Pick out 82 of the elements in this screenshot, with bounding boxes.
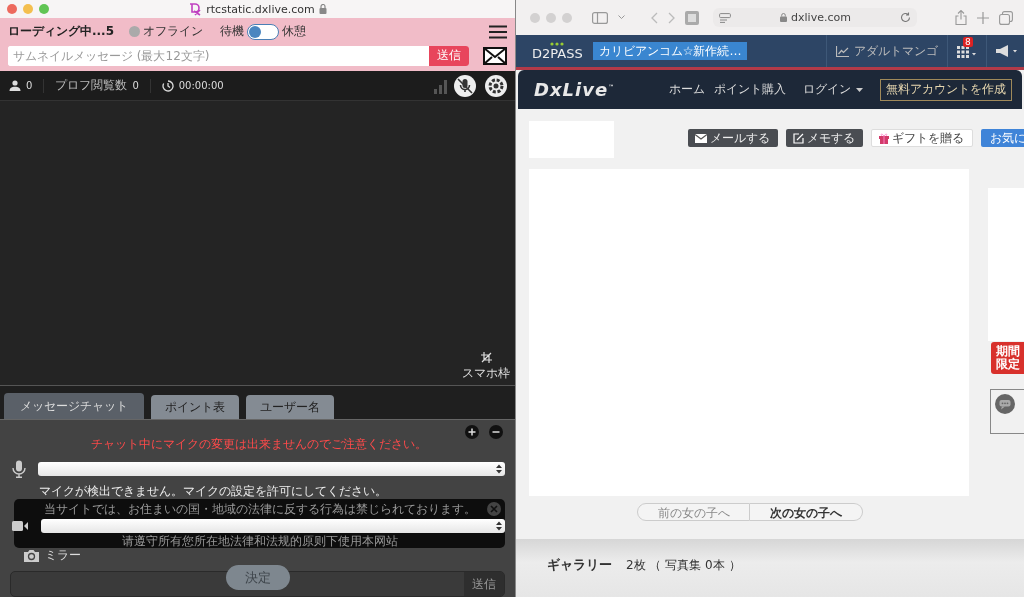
- send-button[interactable]: 送信: [429, 45, 469, 66]
- back-icon[interactable]: [651, 11, 658, 24]
- settings-icon[interactable]: [485, 74, 507, 97]
- caret-icon: [856, 87, 863, 92]
- signup-button[interactable]: 無料アカウントを作成: [880, 78, 1012, 101]
- url-text: dxlive.com: [791, 11, 851, 24]
- share-icon[interactable]: [955, 10, 967, 25]
- notification-badge: 8: [963, 37, 973, 47]
- apps-grid-icon[interactable]: [957, 44, 977, 58]
- toggle-label: 待機: [220, 23, 245, 41]
- notice-text: 请遵守所有您所在地法律和法规的原则下使用本网站: [121, 533, 398, 550]
- chat-bubble-icon[interactable]: [995, 394, 1015, 415]
- signal-icon: [433, 77, 449, 94]
- mail-icon[interactable]: [483, 46, 507, 65]
- next-button[interactable]: 次の女の子へ: [750, 503, 863, 521]
- gift-icon: [879, 132, 889, 144]
- phone-frame-label[interactable]: スマホ枠: [462, 364, 510, 382]
- chevron-down-icon[interactable]: [618, 15, 625, 20]
- manga-link[interactable]: アダルトマンゴ: [854, 42, 938, 60]
- new-tab-icon[interactable]: [977, 11, 989, 24]
- lock-icon: [780, 13, 788, 22]
- favorite-button[interactable]: お気に: [981, 129, 1024, 147]
- message-field[interactable]: サムネイルメッセージ (最大12文字) 送信: [8, 45, 469, 66]
- site-logo[interactable]: DxLive$^{™}$: [534, 79, 616, 100]
- select-arrows-icon[interactable]: [496, 464, 502, 474]
- tab[interactable]: ユーザー名: [246, 395, 334, 419]
- forward-icon[interactable]: [668, 11, 675, 24]
- warning-message: チャット中にマイクの変更は出来ませんのでご注意ください。: [89, 436, 428, 453]
- limited-time-badge[interactable]: 期間 限定: [991, 342, 1024, 375]
- person-icon: [9, 80, 21, 92]
- gift-button[interactable]: ギフトを贈る: [871, 129, 973, 147]
- notice-text: 当サイトでは、お住まいの国・地域の法律に反する行為は禁じられております。: [43, 501, 476, 518]
- lock-icon: [318, 4, 327, 14]
- microphone-error-message: マイクが検出できません。マイクの設定を許可にしてください。: [39, 483, 388, 500]
- camera-icon[interactable]: [24, 549, 39, 562]
- megaphone-icon[interactable]: [996, 45, 1018, 57]
- login-menu[interactable]: ログイン: [797, 80, 869, 99]
- profile-views-label: プロフ閲覧数: [55, 77, 128, 95]
- window-title: rtcstatic.dxlive.com: [206, 2, 315, 16]
- tab[interactable]: ポイント表: [151, 395, 239, 419]
- confirm-button[interactable]: 決定: [226, 565, 290, 590]
- select-arrows-icon[interactable]: [496, 521, 502, 531]
- nav-link[interactable]: ポイント購入: [714, 81, 786, 98]
- zoom-window-button[interactable]: [39, 3, 49, 14]
- minimize-window-button[interactable]: [23, 3, 33, 14]
- close-icon[interactable]: [487, 502, 501, 516]
- video-camera-icon: [12, 520, 29, 532]
- minus-icon[interactable]: [489, 425, 503, 439]
- site-logo[interactable]: D2PASS: [532, 35, 583, 67]
- reload-icon[interactable]: [900, 12, 911, 23]
- crop-icon[interactable]: [480, 351, 492, 363]
- tab[interactable]: メッセージチャット: [4, 393, 144, 419]
- site-logo-icon: [188, 2, 203, 16]
- status-label: オフライン: [143, 23, 204, 41]
- elapsed-time: 00:00:00: [178, 80, 224, 92]
- tab-overview-icon[interactable]: [999, 10, 1013, 25]
- envelope-icon: [695, 133, 707, 143]
- menu-icon[interactable]: [489, 24, 507, 39]
- nav-link[interactable]: ホーム: [669, 81, 705, 98]
- loading-status: ローディング中...5: [8, 23, 115, 41]
- chat-send-button[interactable]: 送信: [464, 572, 504, 596]
- plus-icon[interactable]: [465, 425, 479, 439]
- gallery-title: ギャラリー: [547, 556, 612, 574]
- profile-views-count: 0: [132, 80, 139, 92]
- address-bar[interactable]: dxlive.com: [713, 8, 917, 27]
- mirror-label: ミラー: [45, 547, 81, 564]
- toggle-switch[interactable]: [247, 23, 280, 40]
- sidebar-icon[interactable]: [592, 11, 608, 24]
- gallery-count: 2枚 （ 写真集 0本 ）: [626, 556, 741, 574]
- timer-icon: [161, 79, 174, 92]
- close-window-button[interactable]: [7, 3, 17, 14]
- tab-thumbnail-icon[interactable]: [685, 10, 699, 25]
- edit-icon: [793, 132, 804, 144]
- toggle-label: 休憩: [282, 23, 307, 41]
- viewer-count: 0: [26, 80, 33, 92]
- page-menu-icon[interactable]: [719, 12, 731, 23]
- chart-icon[interactable]: [836, 45, 849, 57]
- microphone-icon: [12, 460, 26, 478]
- memo-button[interactable]: メモする: [786, 129, 863, 147]
- promo-link[interactable]: カリビアンコム☆新作続…: [592, 42, 748, 60]
- mail-button[interactable]: メールする: [688, 129, 778, 147]
- mic-off-icon[interactable]: [454, 74, 476, 97]
